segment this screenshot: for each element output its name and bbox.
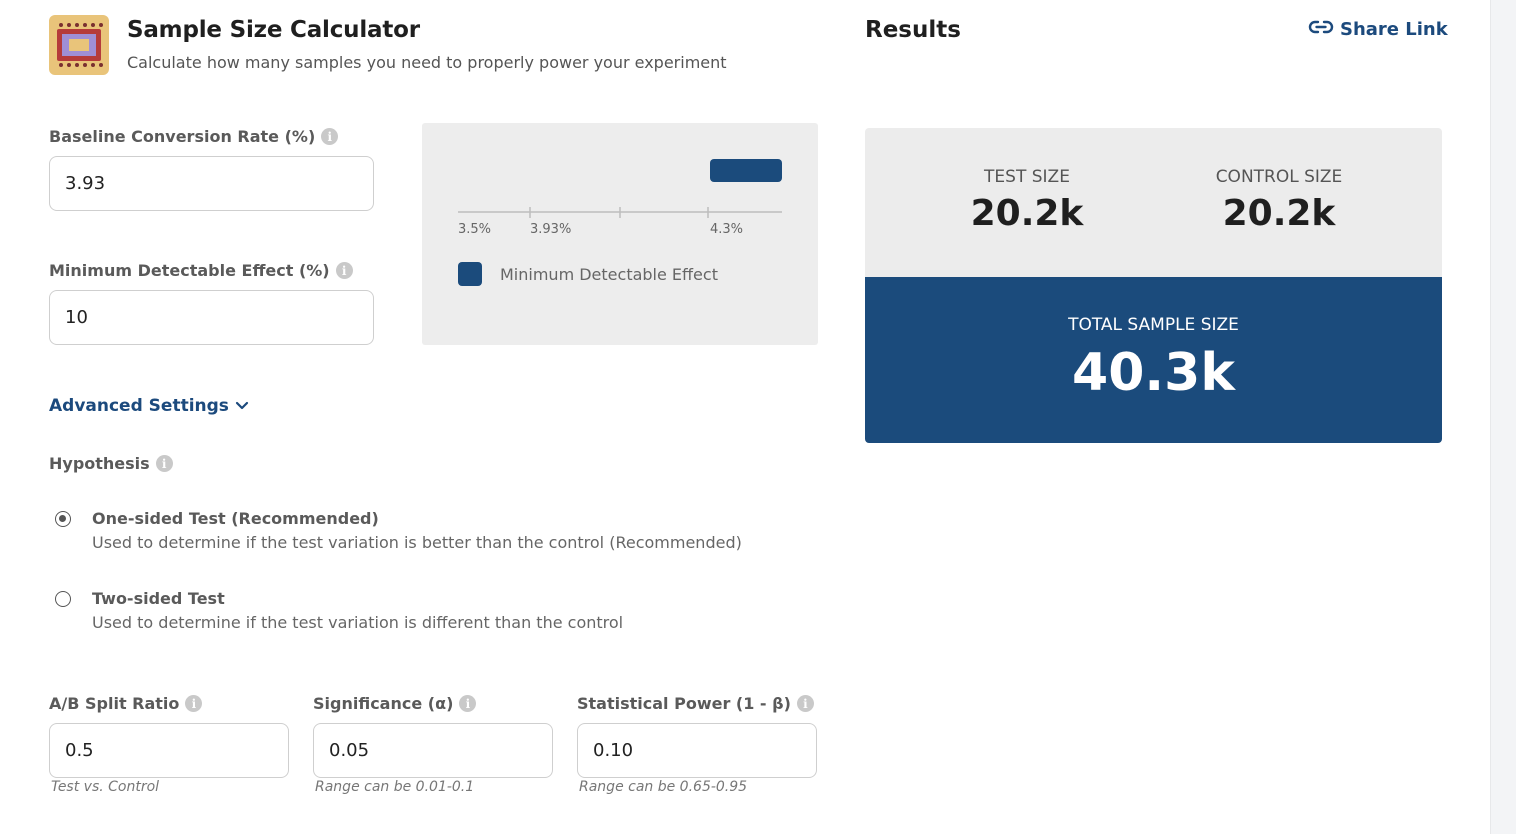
advanced-settings-label: Advanced Settings: [49, 396, 229, 416]
mde-range-chart: 3.5% 3.93% 4.3%: [458, 159, 782, 237]
hypothesis-label: Hypothesis i: [49, 454, 173, 473]
info-icon[interactable]: i: [335, 262, 353, 279]
significance-label: Significance (α) i: [313, 694, 477, 713]
tick-label: 4.3%: [710, 222, 743, 237]
power-label-text: Statistical Power (1 - β): [577, 694, 791, 713]
test-size-label: TEST SIZE: [984, 167, 1070, 187]
split-ratio-hint: Test vs. Control: [51, 779, 160, 795]
mde-label: Minimum Detectable Effect (%) i: [49, 261, 353, 280]
two-sided-title[interactable]: Two-sided Test: [92, 589, 225, 608]
link-icon: [1308, 18, 1334, 41]
split-ratio-label: A/B Split Ratio i: [49, 694, 203, 713]
page-right-gutter: [1490, 0, 1516, 834]
advanced-settings-toggle[interactable]: Advanced Settings: [49, 396, 249, 416]
one-sided-description: Used to determine if the test variation …: [92, 533, 742, 552]
power-input[interactable]: 0.10: [577, 723, 817, 778]
total-sample-size-label: TOTAL SAMPLE SIZE: [1068, 315, 1239, 335]
mde-input[interactable]: 10: [49, 290, 374, 345]
results-card: TEST SIZE 20.2k CONTROL SIZE 20.2k TOTAL…: [865, 128, 1442, 443]
info-icon[interactable]: i: [796, 695, 814, 712]
split-ratio-input[interactable]: 0.5: [49, 723, 289, 778]
info-icon[interactable]: i: [155, 455, 173, 472]
significance-hint: Range can be 0.01-0.1: [315, 779, 475, 795]
legend-swatch: [458, 262, 482, 286]
total-sample-size-value: 40.3k: [1072, 343, 1235, 403]
control-size-value: 20.2k: [1222, 193, 1336, 234]
info-icon[interactable]: i: [459, 695, 477, 712]
test-size-value: 20.2k: [970, 193, 1084, 234]
split-ratio-label-text: A/B Split Ratio: [49, 694, 180, 713]
two-sided-description: Used to determine if the test variation …: [92, 613, 624, 632]
chevron-down-icon: [235, 396, 249, 416]
results-split-sizes: TEST SIZE 20.2k CONTROL SIZE 20.2k: [865, 128, 1442, 277]
legend-label: Minimum Detectable Effect: [500, 264, 718, 284]
baseline-input[interactable]: 3.93: [49, 156, 374, 211]
baseline-label-text: Baseline Conversion Rate (%): [49, 127, 316, 146]
two-sided-radio[interactable]: [55, 591, 71, 607]
info-icon[interactable]: i: [321, 128, 339, 145]
baseline-label: Baseline Conversion Rate (%) i: [49, 127, 339, 146]
power-label: Statistical Power (1 - β) i: [577, 694, 814, 713]
tick-label: 3.5%: [458, 222, 491, 237]
chart-legend: Minimum Detectable Effect: [458, 262, 718, 286]
hypothesis-label-text: Hypothesis: [49, 454, 150, 473]
control-size-label: CONTROL SIZE: [1215, 167, 1343, 187]
share-link-button[interactable]: Share Link: [1308, 16, 1448, 42]
mde-label-text: Minimum Detectable Effect (%): [49, 261, 330, 280]
mde-chart-panel: 3.5% 3.93% 4.3% Minimum Detectable Effec…: [422, 123, 818, 345]
power-hint: Range can be 0.65-0.95: [579, 779, 748, 795]
mde-range-marker[interactable]: [710, 159, 782, 182]
results-title: Results: [865, 17, 961, 43]
page-title: Sample Size Calculator: [127, 17, 420, 43]
significance-label-text: Significance (α): [313, 694, 454, 713]
one-sided-radio[interactable]: [55, 511, 71, 527]
tick-label: 3.93%: [530, 222, 571, 237]
significance-input[interactable]: 0.05: [313, 723, 553, 778]
info-icon[interactable]: i: [185, 695, 203, 712]
share-link-label: Share Link: [1340, 18, 1448, 40]
page-subtitle: Calculate how many samples you need to p…: [127, 53, 727, 72]
one-sided-title[interactable]: One-sided Test (Recommended): [92, 509, 379, 528]
calculator-people-icon: [49, 15, 109, 75]
results-total: TOTAL SAMPLE SIZE 40.3k: [865, 277, 1442, 443]
